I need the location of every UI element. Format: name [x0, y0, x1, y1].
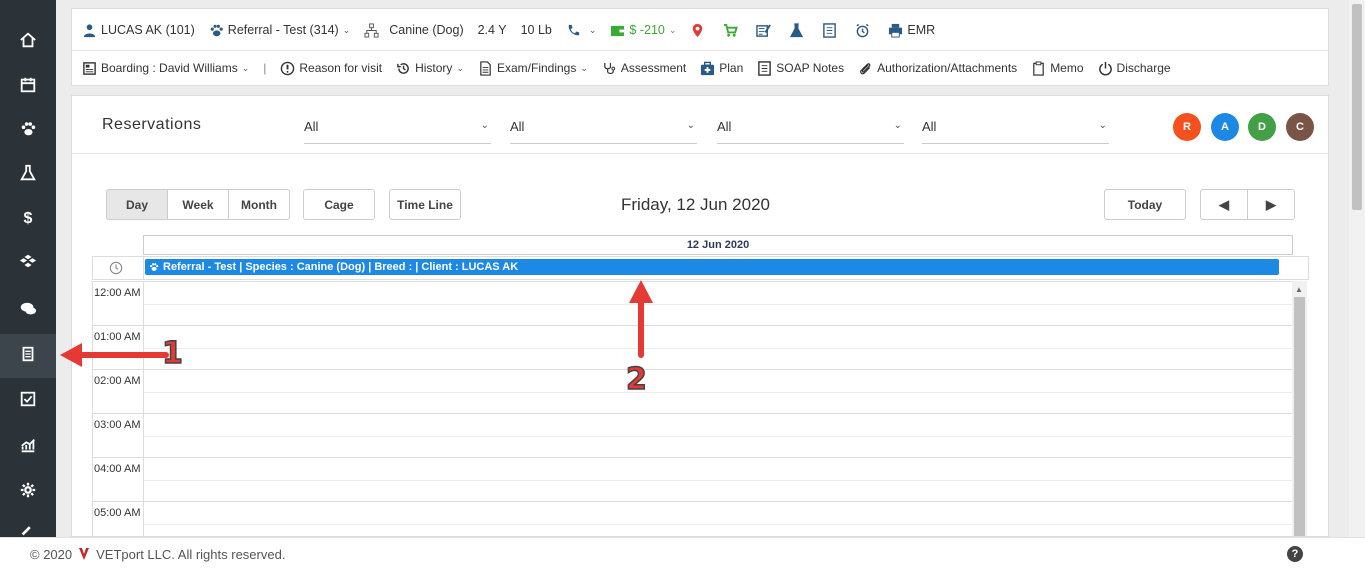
annotation-arrow-2 — [629, 280, 653, 358]
annotation-label-2: 2 — [625, 361, 647, 398]
annotation-overlay — [60, 280, 653, 367]
annotation-arrow-1 — [60, 343, 169, 367]
annotation-label-1: 1 — [161, 335, 183, 372]
